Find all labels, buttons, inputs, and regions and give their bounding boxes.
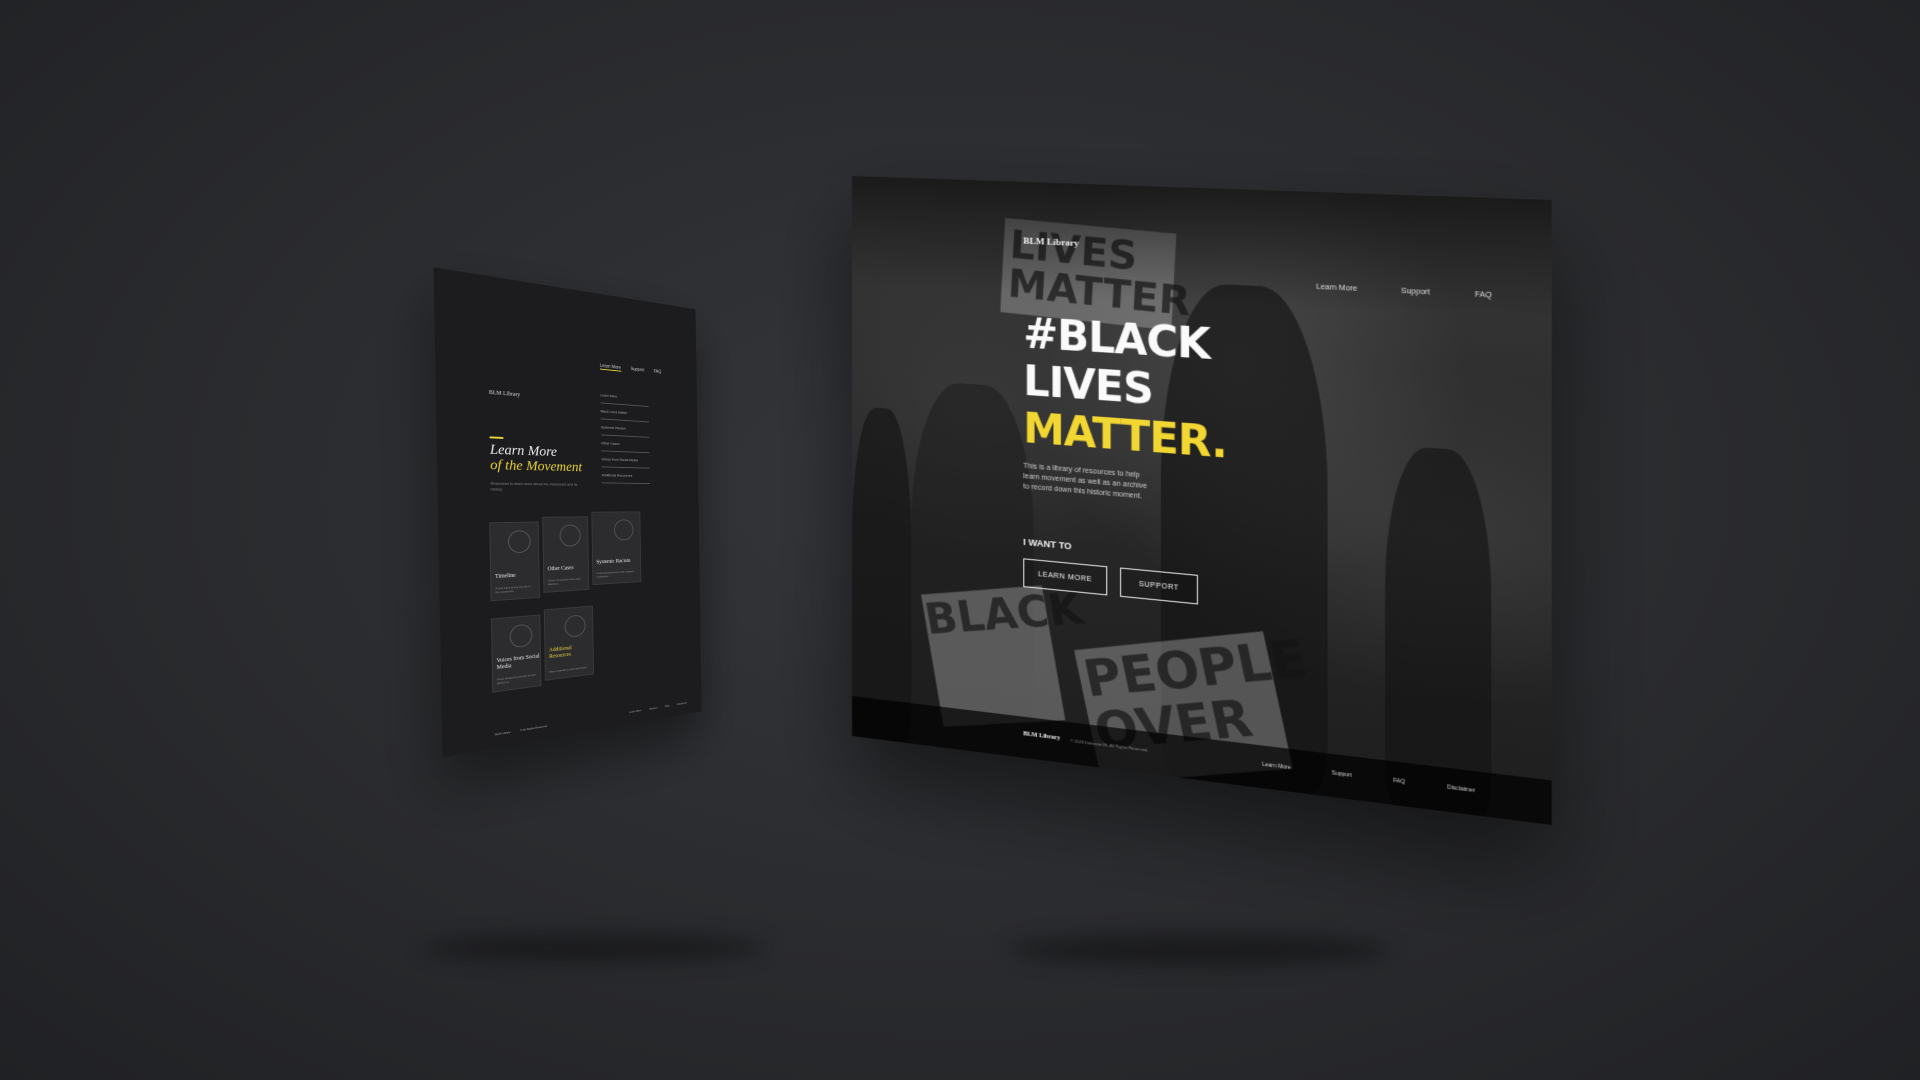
learn-more-page-mockup: BLM Library Learn More Support FAQ Learn… [433,267,702,758]
home-page-mockup: LIVES MATTER BLACK PEOPLE OVER BLM Libra… [852,176,1552,826]
nav-support[interactable]: Support [1401,288,1430,297]
card-title: Other Cases [547,565,574,573]
footer-link-disclaimer[interactable]: Disclaimer [677,701,687,706]
footer-link-learn-more[interactable]: Learn More [1262,762,1291,772]
card-timeline[interactable]: Timeline A look back at key events in th… [489,521,540,602]
card-other-cases[interactable]: Other Cases Cases of injustice that need… [542,516,590,593]
footer-logo[interactable]: BLM Library [495,730,511,736]
footer-link-support[interactable]: Support [1332,770,1352,779]
intro-text: Resources to learn more about the moveme… [490,480,578,492]
title-line-2: of the Movement [490,457,583,475]
card-decoration-icon [564,614,586,638]
site-logo[interactable]: BLM Library [489,390,520,398]
nav-faq[interactable]: FAQ [654,369,662,376]
card-title: Additional Resources [548,645,572,660]
protest-sign: BLACK [920,583,1087,727]
nav-support[interactable]: Support [630,367,644,374]
card-description: A look back at key events in the movemen… [495,584,531,595]
footer-logo[interactable]: BLM Library [1023,731,1060,742]
card-title: Voices from Social Media [496,653,540,671]
footer-link-faq[interactable]: FAQ [1393,778,1405,786]
footer-link-support[interactable]: Support [649,706,657,711]
top-nav: Learn More Support FAQ [599,363,662,376]
menu-item[interactable]: Other Cases [600,435,650,454]
card-title: Systemic Racism [596,558,631,566]
card-title: Timeline [495,572,516,580]
floor-shadow-left [423,935,767,961]
footer: BLM Library © All Rights Reserved Learn … [495,701,687,737]
protester-figure [852,406,912,744]
accent-bar [489,436,504,439]
nav-faq[interactable]: FAQ [1475,291,1492,300]
card-description: Posts shared by people across platforms. [496,672,536,686]
floor-shadow-right [1008,935,1392,965]
card-decoration-icon [613,519,634,541]
footer-copyright: © 2020 Donovan Ni. All Rights Reserved. [1070,737,1149,753]
footer-link-faq[interactable]: FAQ [665,704,670,708]
card-systemic-racism[interactable]: Systemic Racism Understanding how racism… [591,511,642,586]
footer-copyright: © All Rights Reserved [520,724,548,733]
dropdown-menu: Learn More Black Lives Matter Systemic R… [600,387,650,484]
footer-links: Learn More Support FAQ Disclaimer [1262,762,1475,795]
card-voices-social-media[interactable]: Voices from Social Media Posts shared by… [490,614,542,693]
mockup-stage: BLM Library Learn More Support FAQ Learn… [0,0,1920,1080]
card-description: Cases of injustice that need attention. [547,576,581,587]
card-additional-resources[interactable]: Additional Resources More material to re… [543,605,595,681]
card-description: More material to read and share. [549,665,588,674]
footer-link-learn-more[interactable]: Learn More [629,708,641,713]
nav-learn-more[interactable]: Learn More [599,363,621,372]
hero-headline: #BLACK LIVES MATTER. [1023,310,1227,468]
footer-link-disclaimer[interactable]: Disclaimer [1447,784,1475,794]
card-decoration-icon [559,524,581,547]
page-title: Learn More of the Movement [490,442,582,475]
menu-item[interactable]: Additional Resources [601,467,650,484]
card-decoration-icon [509,623,533,649]
card-decoration-icon [507,530,531,554]
menu-item[interactable]: Voices from Social Media [601,451,650,469]
card-description: Understanding how racism shapes institut… [596,569,635,579]
